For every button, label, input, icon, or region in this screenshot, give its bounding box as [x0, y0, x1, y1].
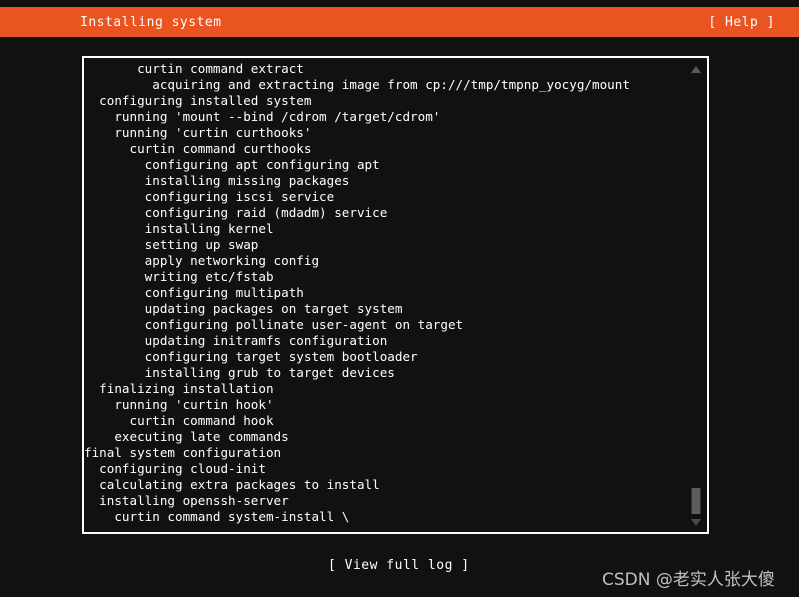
log-line: configuring multipath	[84, 285, 304, 300]
log-line: calculating extra packages to install	[84, 477, 380, 492]
log-line: installing kernel	[84, 221, 274, 236]
view-full-log-button[interactable]: [ View full log ]	[328, 558, 470, 573]
log-line: apply networking config	[84, 253, 320, 268]
scroll-down-arrow-icon[interactable]	[691, 519, 701, 526]
log-line: configuring cloud-init	[84, 461, 266, 476]
log-line: configuring iscsi service	[84, 189, 335, 204]
log-line: installing grub to target devices	[84, 365, 395, 380]
log-line: running 'curtin curthooks'	[84, 125, 312, 140]
log-line: installing missing packages	[84, 173, 350, 188]
log-line: final system configuration	[84, 445, 282, 460]
installer-screen: Installing system [ Help ] curtin comman…	[0, 0, 799, 597]
log-line: finalizing installation	[84, 381, 274, 396]
log-line: configuring raid (mdadm) service	[84, 205, 388, 220]
log-line: configuring target system bootloader	[84, 349, 418, 364]
header-bar: Installing system [ Help ]	[0, 7, 799, 37]
log-line: updating initramfs configuration	[84, 333, 388, 348]
log-line: curtin command extract	[84, 61, 304, 76]
log-line: writing etc/fstab	[84, 269, 274, 284]
install-log-text: curtin command extract acquiring and ext…	[84, 61, 684, 525]
scrollbar-thumb[interactable]	[691, 488, 701, 514]
log-line: running 'mount --bind /cdrom /target/cdr…	[84, 109, 441, 124]
log-line: acquiring and extracting image from cp:/…	[84, 77, 630, 92]
log-line: configuring pollinate user-agent on targ…	[84, 317, 464, 332]
log-line: executing late commands	[84, 429, 289, 444]
log-line: installing openssh-server	[84, 493, 289, 508]
log-line: curtin command curthooks	[84, 141, 312, 156]
log-line: curtin command hook	[84, 413, 274, 428]
log-line: running 'curtin hook'	[84, 397, 274, 412]
help-button[interactable]: [ Help ]	[708, 15, 775, 30]
log-line: configuring apt configuring apt	[84, 157, 380, 172]
log-line: curtin command system-install \	[84, 509, 350, 524]
scroll-up-arrow-icon[interactable]	[691, 66, 701, 73]
page-title: Installing system	[80, 14, 222, 30]
log-scrollbar[interactable]	[685, 58, 707, 532]
log-line: updating packages on target system	[84, 301, 403, 316]
log-line: setting up swap	[84, 237, 259, 252]
install-log-panel: curtin command extract acquiring and ext…	[82, 56, 709, 534]
log-line: configuring installed system	[84, 93, 312, 108]
watermark-label: CSDN @老实人张大傻	[602, 570, 775, 590]
